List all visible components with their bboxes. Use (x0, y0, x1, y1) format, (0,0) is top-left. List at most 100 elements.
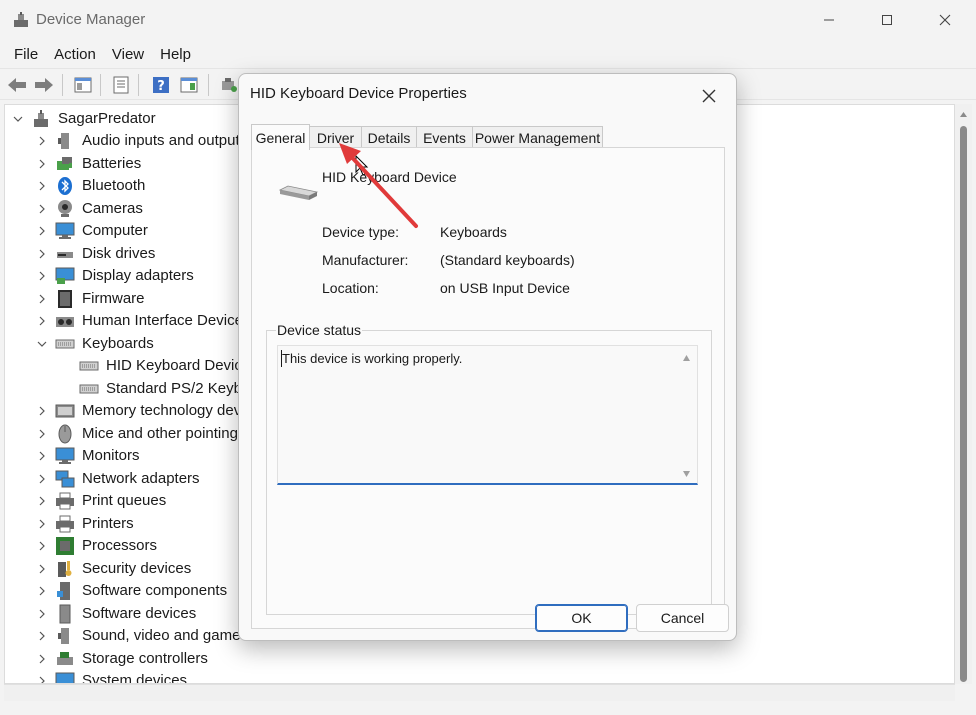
help-button[interactable]: ? (150, 74, 172, 96)
menu-view[interactable]: View (104, 42, 152, 67)
tree-item-label: Display adapters (82, 267, 194, 284)
tree-item-label: Keyboards (82, 335, 154, 352)
display-adapter-icon (55, 267, 75, 284)
keyboard-icon (79, 361, 99, 371)
tab-driver[interactable]: Driver (309, 126, 362, 148)
tree-item-label: Bluetooth (82, 177, 146, 194)
cancel-button[interactable]: Cancel (636, 604, 729, 632)
chevron-right-icon[interactable] (37, 564, 47, 574)
chevron-right-icon[interactable] (37, 654, 47, 664)
chevron-right-icon[interactable] (37, 586, 47, 596)
tab-general[interactable]: General (251, 124, 310, 150)
menu-help[interactable]: Help (152, 42, 199, 67)
chevron-right-icon[interactable] (37, 631, 47, 641)
printer-icon (56, 492, 74, 510)
webcam-icon (58, 200, 72, 217)
chevron-right-icon[interactable] (37, 429, 47, 439)
chevron-right-icon[interactable] (37, 519, 47, 529)
back-button[interactable] (6, 74, 28, 96)
maximize-button[interactable] (858, 0, 916, 40)
chevron-down-icon[interactable] (37, 339, 47, 349)
action-pane-icon (180, 77, 198, 93)
chevron-right-icon[interactable] (37, 609, 47, 619)
chevron-right-icon[interactable] (37, 316, 47, 326)
tab-power-management[interactable]: Power Management (472, 126, 603, 148)
device-manager-icon (14, 12, 28, 27)
ok-button[interactable]: OK (535, 604, 628, 632)
show-hide-console-tree-button[interactable] (72, 74, 94, 96)
system-device-icon (55, 672, 75, 683)
mouse-cursor-icon (355, 155, 369, 176)
scan-hardware-button[interactable] (218, 74, 240, 96)
back-arrow-icon (8, 78, 26, 92)
tree-item-label: Cameras (82, 200, 143, 217)
chevron-right-icon[interactable] (37, 294, 47, 304)
properties-button[interactable] (110, 74, 132, 96)
location-value: on USB Input Device (440, 280, 570, 296)
title-bar: Device Manager (0, 0, 976, 40)
tree-item-label: HID Keyboard Device (106, 357, 251, 374)
chevron-right-icon[interactable] (37, 271, 47, 281)
toolbar-separator (100, 74, 101, 96)
chevron-right-icon[interactable] (37, 496, 47, 506)
device-manager-window: Device Manager File Action View Help ? S… (0, 0, 976, 715)
chevron-right-icon[interactable] (37, 474, 47, 484)
tree-item-system[interactable]: System devices (5, 670, 945, 684)
menu-action[interactable]: Action (46, 42, 104, 67)
minimize-button[interactable] (800, 0, 858, 40)
chevron-right-icon[interactable] (37, 181, 47, 191)
tree-item-storage[interactable]: Storage controllers (5, 648, 945, 670)
chevron-right-icon[interactable] (37, 204, 47, 214)
toolbar-separator (138, 74, 139, 96)
chevron-down-icon[interactable] (13, 114, 23, 124)
scrollbar-thumb[interactable] (960, 126, 967, 682)
manufacturer-value: (Standard keyboards) (440, 252, 575, 268)
dialog-title: HID Keyboard Device Properties (250, 85, 467, 102)
tree-item-label: Firmware (82, 290, 145, 307)
chevron-right-icon[interactable] (37, 249, 47, 259)
chevron-right-icon[interactable] (37, 541, 47, 551)
device-status-title: Device status (276, 322, 363, 338)
tab-events[interactable]: Events (416, 126, 473, 148)
chevron-right-icon[interactable] (37, 226, 47, 236)
tree-item-label: Audio inputs and outputs (82, 132, 248, 149)
location-label: Location: (322, 280, 379, 296)
tree-item-label: Software devices (82, 605, 197, 622)
chevron-right-icon[interactable] (37, 159, 47, 169)
tree-item-label: Monitors (82, 447, 140, 464)
device-type-value: Keyboards (440, 224, 507, 240)
menu-bar: File Action View Help (0, 40, 976, 68)
tab-details[interactable]: Details (361, 126, 417, 148)
general-tab-page: HID Keyboard Device Device type: Keyboar… (251, 147, 725, 629)
tree-item-label: Printers (82, 515, 134, 532)
svg-text:?: ? (157, 79, 165, 94)
device-status-textbox[interactable]: This device is working properly. (277, 345, 698, 485)
status-bar (0, 701, 976, 715)
dialog-close-button[interactable] (695, 82, 723, 110)
device-type-label: Device type: (322, 224, 400, 240)
menu-file[interactable]: File (6, 42, 46, 67)
scroll-up-icon[interactable] (959, 110, 968, 119)
forward-button[interactable] (33, 74, 55, 96)
computer-root-icon (34, 110, 48, 127)
scroll-down-icon[interactable] (682, 470, 691, 478)
software-device-icon (59, 604, 71, 624)
chevron-right-icon[interactable] (37, 406, 47, 416)
tree-item-label: Computer (82, 222, 148, 239)
tree-item-label: Storage controllers (82, 650, 208, 667)
scroll-up-icon[interactable] (682, 354, 691, 362)
properties-dialog: HID Keyboard Device Properties General D… (238, 73, 737, 641)
close-window-button[interactable] (916, 0, 974, 40)
chevron-right-icon[interactable] (37, 136, 47, 146)
chevron-right-icon[interactable] (37, 676, 47, 684)
action-pane-button[interactable] (178, 74, 200, 96)
vertical-scrollbar[interactable] (955, 104, 972, 684)
battery-icon (57, 157, 72, 170)
tree-item-label: Network adapters (82, 470, 200, 487)
firmware-icon (58, 290, 72, 308)
chevron-right-icon[interactable] (37, 451, 47, 461)
tree-item-label: Batteries (82, 155, 142, 172)
processor-icon (56, 537, 74, 555)
tree-item-label: Human Interface Devices (82, 312, 251, 329)
horizontal-scrollbar[interactable] (4, 684, 955, 701)
